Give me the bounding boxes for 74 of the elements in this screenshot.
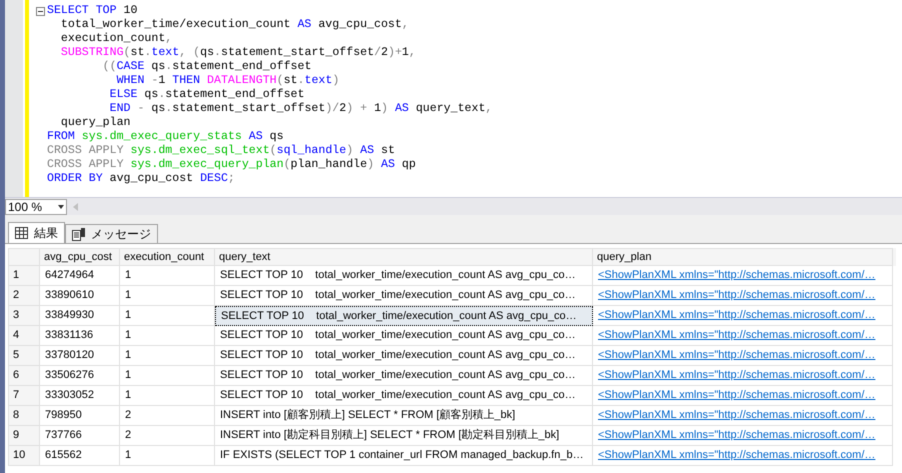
table-cell: SELECT TOP 10 total_worker_time/execution_count AS avg_cpu_co… (215, 326, 593, 346)
column-header[interactable]: query_plan (593, 248, 893, 266)
query-plan-link[interactable]: <ShowPlanXML xmlns="http://schemas.microsoft.com/… (598, 267, 876, 284)
table-cell: 1 (120, 446, 215, 466)
table-cell: 1 (120, 386, 215, 406)
query-plan-link[interactable]: <ShowPlanXML xmlns="http://schemas.microsoft.com/… (598, 447, 876, 464)
query-plan-link[interactable]: <ShowPlanXML xmlns="http://schemas.microsoft.com/… (598, 407, 876, 424)
table-cell: 64274964 (40, 266, 120, 286)
query-plan-link[interactable]: <ShowPlanXML xmlns="http://schemas.microsoft.com/… (598, 367, 876, 384)
table-cell: 33506276 (40, 366, 120, 386)
code-line: CROSS APPLY sys.dm_exec_query_plan(plan_handle) AS qp (47, 158, 416, 172)
table-cell: 33831136 (40, 326, 120, 346)
table-cell: SELECT TOP 10 total_worker_time/execution_count AS avg_cpu_co… (215, 386, 593, 406)
table-cell: 2 (120, 406, 215, 426)
table-cell: INSERT into [勘定科目別積上] SELECT * FROM [勘定科目別積上_bk] (215, 426, 593, 446)
column-header[interactable]: query_text (215, 248, 593, 266)
code-line: FROM sys.dm_exec_query_stats AS qs (47, 130, 284, 144)
query-plan-link[interactable]: <ShowPlanXML xmlns="http://schemas.microsoft.com/… (598, 427, 876, 444)
table-cell: 1 (120, 366, 215, 386)
code-line: END - qs.statement_start_offset)/2) + 1) AS query_text, (108, 102, 492, 116)
code-line: ORDER BY avg_cpu_cost DESC; (47, 172, 235, 186)
table-cell: SELECT TOP 10 total_worker_time/execution_count AS avg_cpu_co… (215, 366, 593, 386)
column-header[interactable]: avg_cpu_cost (40, 248, 120, 266)
table-cell: IF EXISTS (SELECT TOP 1 container_url FROM managed_backup.fn_b… (215, 446, 593, 466)
query-plan-link[interactable]: <ShowPlanXML xmlns="http://schemas.microsoft.com/… (598, 307, 876, 324)
table-cell: 615562 (40, 446, 120, 466)
code-line: SELECT TOP 10 (47, 4, 138, 18)
table-cell: INSERT into [顧客別積上] SELECT * FROM [顧客別積上_bk] (215, 406, 593, 426)
code-line: total_worker_time/execution_count AS avg_cpu_cost, (60, 18, 409, 32)
row-header[interactable]: 6 (8, 366, 40, 386)
scroll-left-icon[interactable] (73, 202, 78, 210)
table-cell: 33780120 (40, 346, 120, 366)
row-header[interactable]: 7 (8, 386, 40, 406)
code-line: ((CASE qs.statement_end_offset (102, 60, 312, 74)
table-cell: SELECT TOP 10 total_worker_time/execution_count AS avg_cpu_co… (215, 346, 593, 366)
table-cell: 33890610 (40, 286, 120, 306)
row-header[interactable]: 9 (8, 426, 40, 446)
zoom-dropdown[interactable]: 100 % (5, 198, 67, 214)
code-line: CROSS APPLY sys.dm_exec_sql_text(sql_handle) AS st (47, 144, 395, 158)
row-header[interactable]: 10 (8, 446, 40, 466)
table-cell: 798950 (40, 406, 120, 426)
table-cell: 33303052 (40, 386, 120, 406)
table-cell: 737766 (40, 426, 120, 446)
table-cell: 1 (120, 346, 215, 366)
caret-icon (58, 204, 64, 208)
row-header[interactable]: 2 (8, 286, 40, 306)
code-line: query_plan (60, 116, 130, 130)
collapse-icon[interactable] (36, 6, 45, 16)
query-plan-link[interactable]: <ShowPlanXML xmlns="http://schemas.microsoft.com/… (598, 327, 876, 344)
query-plan-link[interactable]: <ShowPlanXML xmlns="http://schemas.microsoft.com/… (598, 347, 876, 364)
table-cell: 33849930 (40, 306, 120, 326)
table-cell: 1 (120, 286, 215, 306)
table-cell: 2 (120, 426, 215, 446)
query-plan-link[interactable]: <ShowPlanXML xmlns="http://schemas.microsoft.com/… (598, 387, 876, 404)
row-header[interactable]: 3 (8, 306, 40, 326)
code-line: WHEN -1 THEN DATALENGTH(st.text) (116, 74, 340, 88)
document-icon (72, 228, 85, 240)
column-header[interactable]: execution_count (120, 248, 215, 266)
query-plan-link[interactable]: <ShowPlanXML xmlns="http://schemas.microsoft.com/… (598, 287, 876, 304)
code-line: SUBSTRING(st.text, (qs.statement_start_offset/2)+1, (60, 46, 416, 60)
row-header[interactable]: 8 (8, 406, 40, 426)
result-tab[interactable]: メッセージ (65, 224, 158, 243)
table-cell: 1 (120, 326, 215, 346)
grid-icon (15, 227, 28, 239)
code-line: ELSE qs.statement_end_offset (108, 88, 304, 102)
grid-corner[interactable] (8, 248, 40, 266)
result-tab[interactable]: 結果 (8, 222, 65, 243)
row-header[interactable]: 4 (8, 326, 40, 346)
table-cell: 1 (120, 266, 215, 286)
row-header[interactable]: 5 (8, 346, 40, 366)
row-header[interactable]: 1 (8, 266, 40, 286)
table-cell: SELECT TOP 10 total_worker_time/execution_count AS avg_cpu_co… (215, 306, 593, 326)
table-cell: SELECT TOP 10 total_worker_time/execution_count AS avg_cpu_co… (215, 266, 593, 286)
code-line: execution_count, (60, 32, 172, 46)
